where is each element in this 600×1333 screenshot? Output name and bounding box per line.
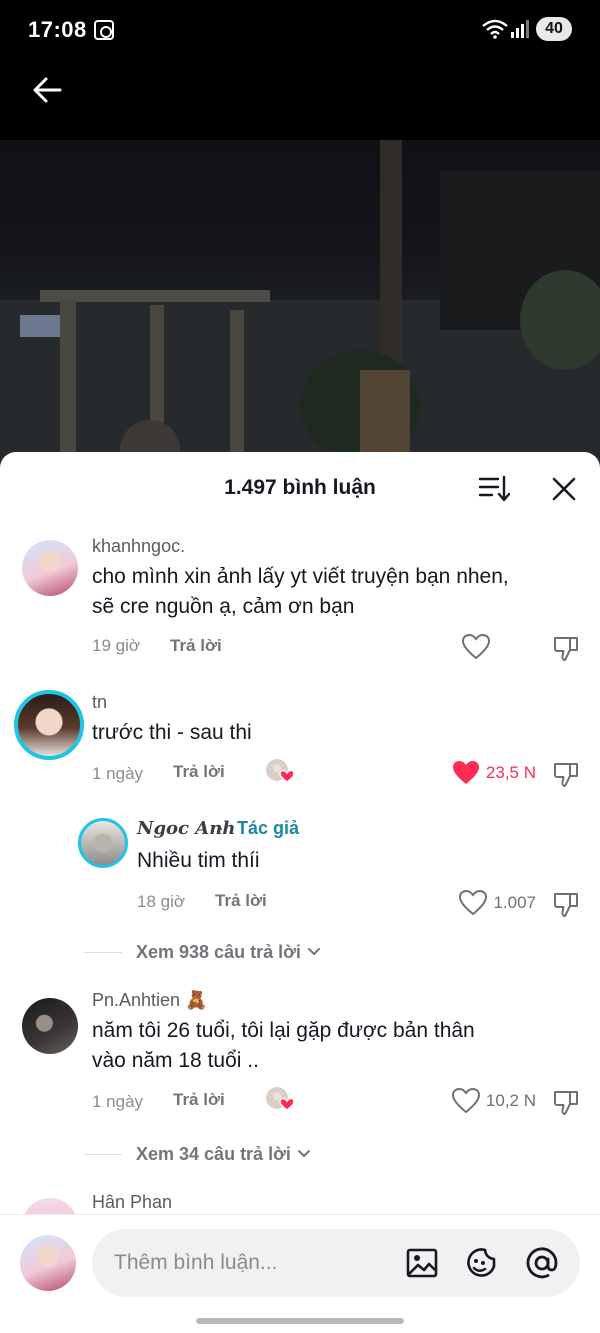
author-badge: Tác giả xyxy=(237,818,300,838)
thumbs-down-icon[interactable] xyxy=(552,890,580,918)
avatar[interactable] xyxy=(78,818,128,868)
comment-text-line: vào năm 18 tuổi .. xyxy=(92,1049,259,1072)
avatar[interactable] xyxy=(22,998,78,1054)
comment-input-bar: Thêm bình luận... xyxy=(0,1214,600,1333)
view-replies-label: Xem 34 câu trả lời xyxy=(136,1143,291,1164)
reply-time: 18 giờ xyxy=(137,892,186,911)
status-bar: 17:08 40 xyxy=(0,0,600,60)
video-player[interactable] xyxy=(0,140,600,470)
battery-indicator: 40 xyxy=(536,17,572,41)
comment-username[interactable]: tn xyxy=(92,692,107,713)
like-count: 1.007 xyxy=(493,893,536,912)
comment-text-line: trước thi - sau thi xyxy=(92,721,252,744)
arrow-left-icon[interactable] xyxy=(28,70,68,110)
wifi-icon xyxy=(482,19,508,39)
emoji-icon[interactable] xyxy=(464,1245,500,1281)
comments-header: 1.497 bình luận xyxy=(0,452,600,524)
signal-icon xyxy=(511,20,529,38)
sort-icon[interactable] xyxy=(478,474,510,504)
thumbs-down-icon[interactable] xyxy=(552,760,580,788)
comment-text-line: cho mình xin ảnh lấy yt viết truyện bạn … xyxy=(92,565,509,588)
comment-username[interactable]: khanhngoc. xyxy=(92,536,185,557)
at-icon[interactable] xyxy=(524,1245,560,1281)
comment-text-line: năm tôi 26 tuổi, tôi lại gặp được bản th… xyxy=(92,1019,475,1042)
chevron-down-icon xyxy=(307,948,320,956)
comments-sheet: 1.497 bình luận khanhngoc. cho mình xin … xyxy=(0,452,600,1333)
like-button[interactable] xyxy=(440,632,490,662)
comment-input-placeholder: Thêm bình luận... xyxy=(114,1251,278,1274)
like-count: 23,5 N xyxy=(485,763,536,782)
comment-item: Pn.Anhtien 🧸 năm tôi 26 tuổi, tôi lại gặ… xyxy=(0,990,600,1120)
reply-button[interactable]: Trả lời xyxy=(173,1090,225,1110)
view-replies-button[interactable]: Xem 34 câu trả lời xyxy=(84,1142,311,1166)
heart-icon xyxy=(452,761,479,784)
image-icon[interactable] xyxy=(404,1245,440,1281)
heart-icon xyxy=(462,634,490,660)
reply-separator: · xyxy=(218,818,224,838)
comment-time: 1 ngày xyxy=(92,764,144,783)
comment-username[interactable]: Hân Phan xyxy=(92,1192,172,1213)
video-header xyxy=(0,60,600,140)
creator-liked-icon xyxy=(266,759,295,783)
thumbs-down-icon[interactable] xyxy=(552,1088,580,1116)
comment-item: tn trước thi - sau thi 1 ngày Trả lời 23… xyxy=(0,690,600,792)
view-replies-button[interactable]: Xem 938 câu trả lời xyxy=(84,940,321,964)
divider xyxy=(84,1153,122,1155)
heart-icon xyxy=(451,1088,480,1114)
comment-username[interactable]: Pn.Anhtien 🧸 xyxy=(92,990,207,1011)
reply-button[interactable]: Trả lời xyxy=(170,636,222,656)
divider xyxy=(84,951,122,953)
like-button[interactable]: 1.007 xyxy=(440,888,536,918)
comment-time: 1 ngày xyxy=(92,1092,144,1111)
creator-liked-icon xyxy=(266,1087,295,1111)
screenshot-icon xyxy=(94,20,114,40)
reply-button[interactable]: Trả lời xyxy=(173,762,225,782)
chevron-down-icon xyxy=(297,1150,310,1158)
comment-text-line: sẽ cre nguồn ạ, cảm ơn bạn xyxy=(92,595,355,618)
avatar[interactable] xyxy=(22,540,78,596)
reply-text: Nhiều tim thíi xyxy=(137,849,260,872)
like-button[interactable]: 23,5 N xyxy=(410,758,536,788)
comment-item: khanhngoc. cho mình xin ảnh lấy yt viết … xyxy=(0,536,600,666)
comments-count-title: 1.497 bình luận xyxy=(224,476,376,499)
avatar[interactable] xyxy=(20,1235,76,1291)
avatar[interactable] xyxy=(14,690,84,760)
like-button[interactable]: 10,2 N xyxy=(430,1086,536,1116)
view-replies-label: Xem 938 câu trả lời xyxy=(136,941,301,962)
home-indicator xyxy=(196,1318,404,1324)
like-count: 10,2 N xyxy=(485,1091,536,1110)
reply-button[interactable]: Trả lời xyxy=(215,891,267,911)
thumbs-down-icon[interactable] xyxy=(552,634,580,662)
status-time: 17:08 xyxy=(28,17,87,42)
comment-input[interactable]: Thêm bình luận... xyxy=(92,1229,580,1297)
heart-icon xyxy=(459,890,488,916)
reply-item: Ngoc Anh · Tác giả Nhiều tim thíi 18 giờ… xyxy=(0,818,600,918)
close-icon[interactable] xyxy=(551,476,577,502)
comment-time: 19 giờ xyxy=(92,636,141,655)
